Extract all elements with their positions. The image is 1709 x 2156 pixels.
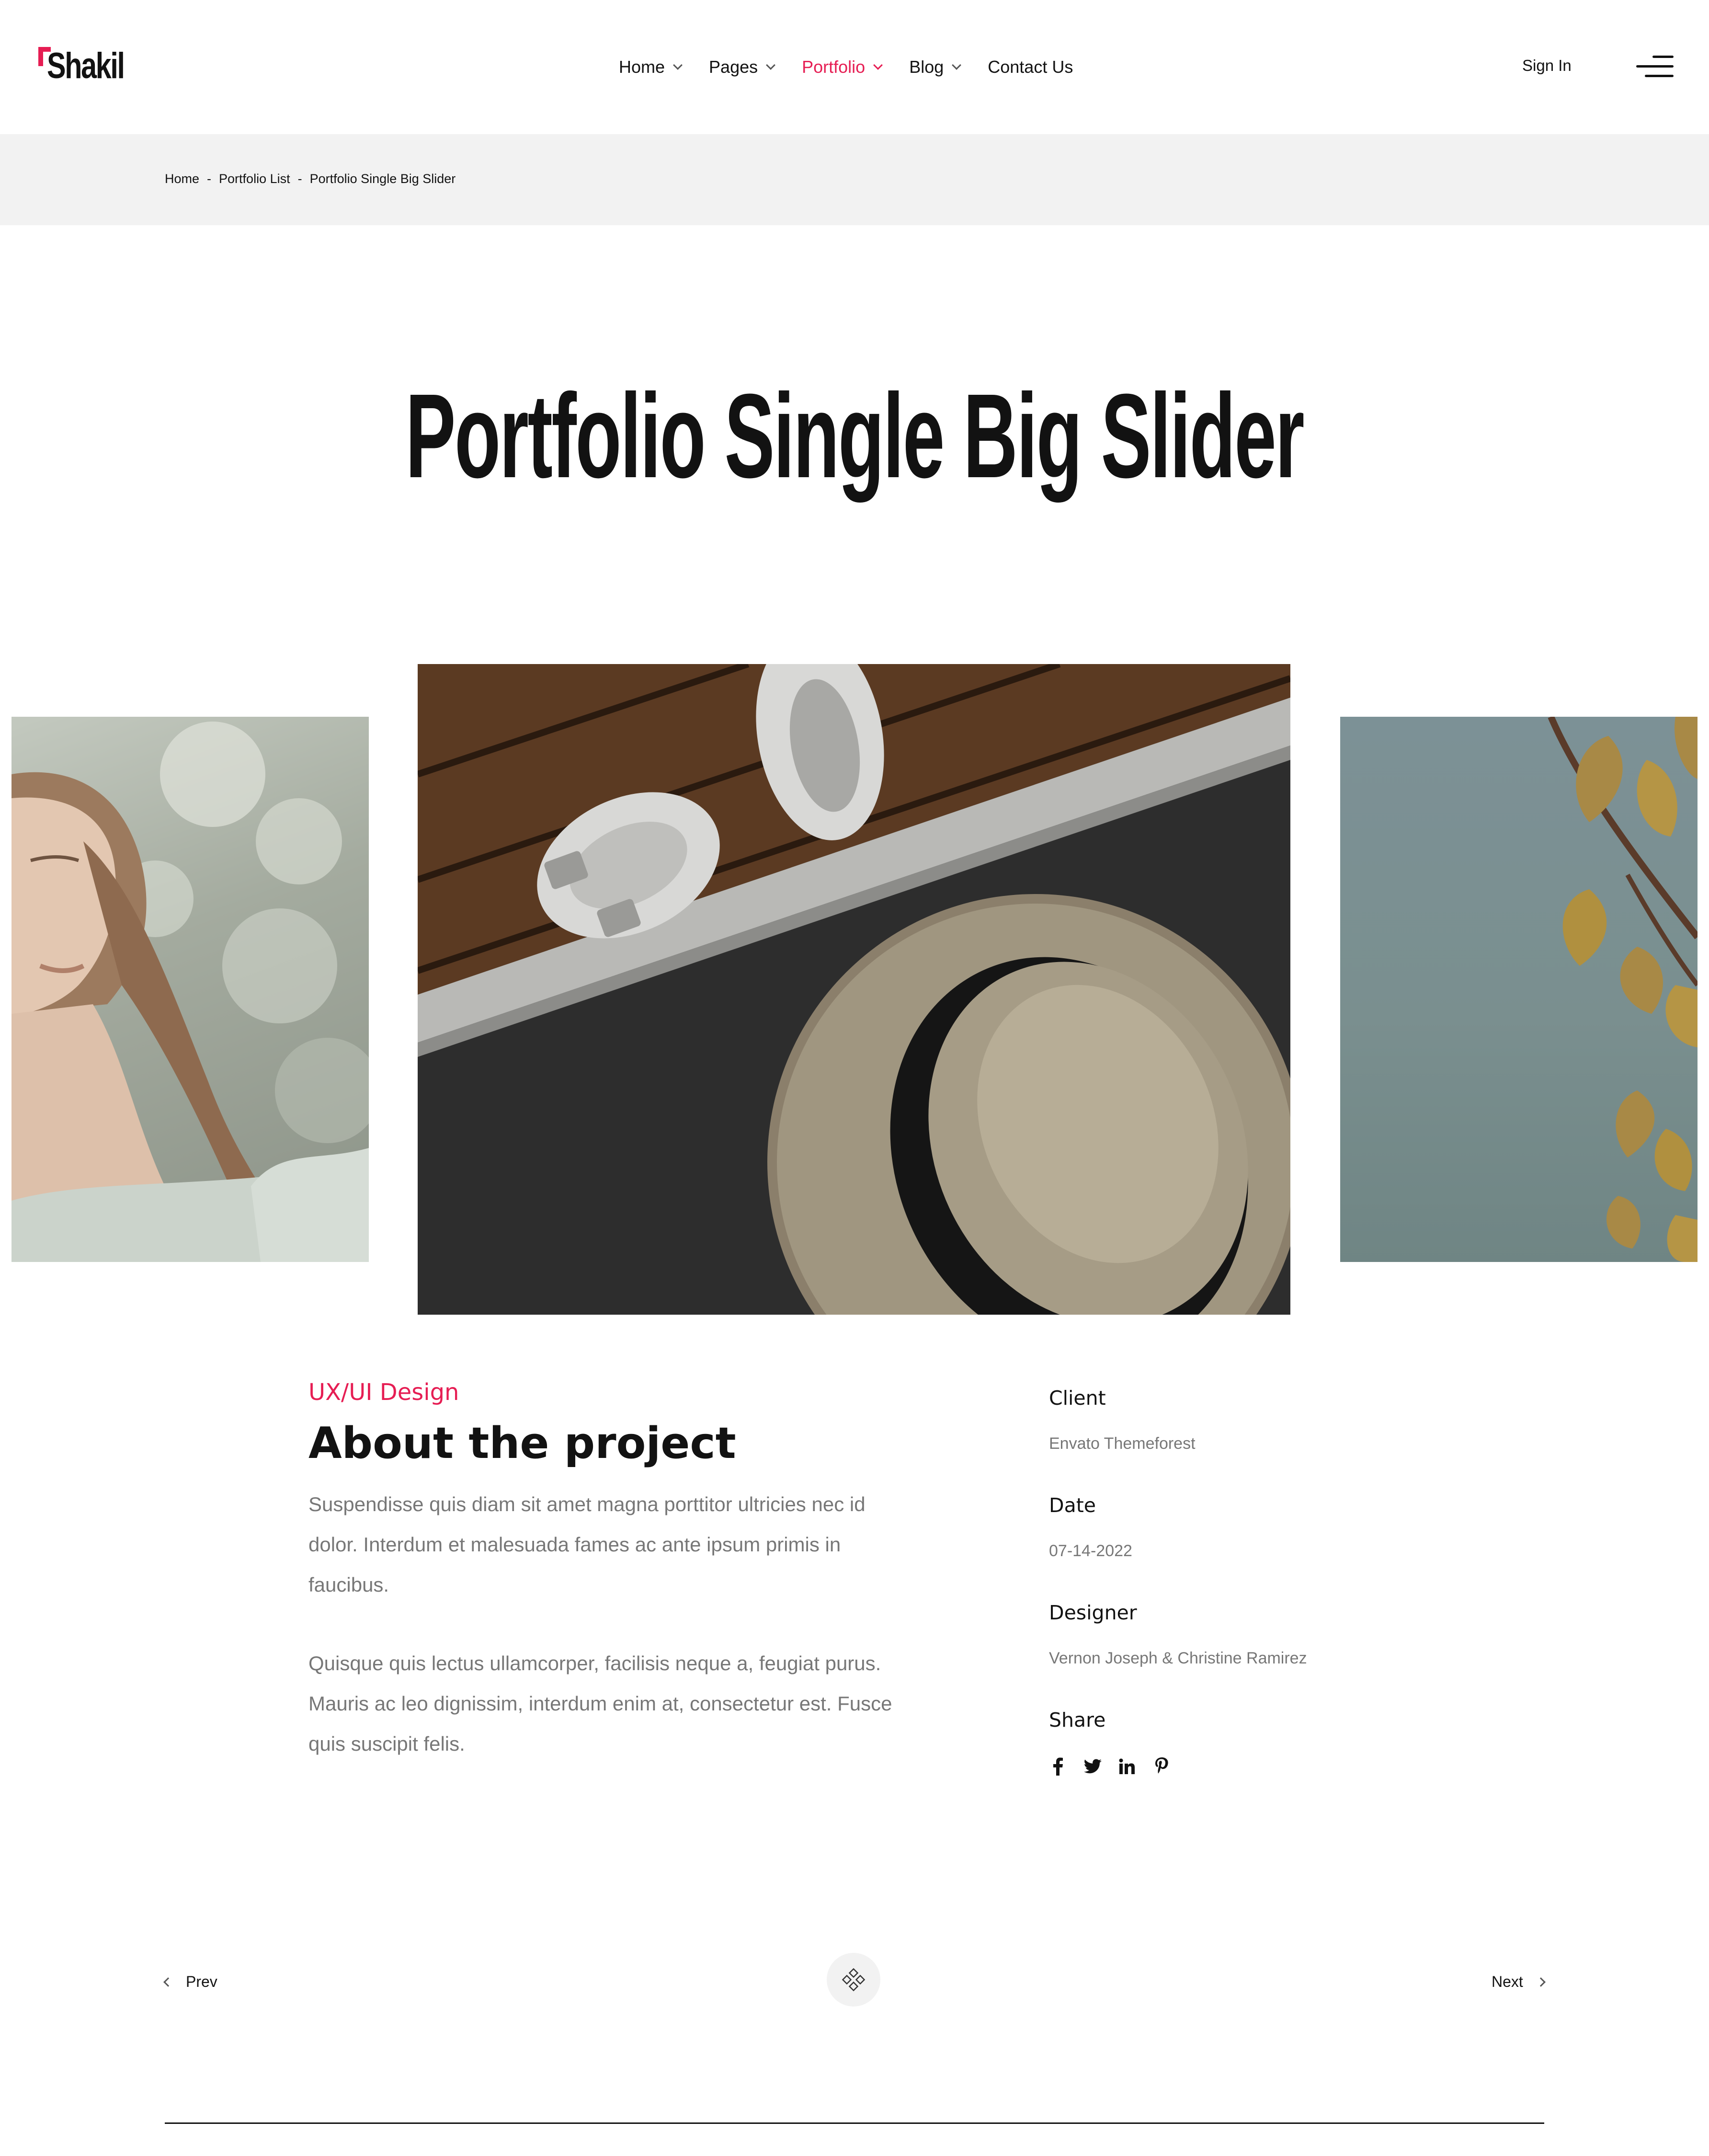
nav-label: Home [619, 57, 665, 77]
designer-label: Designer [1049, 1601, 1137, 1624]
sign-in-link[interactable]: Sign In [1522, 57, 1572, 75]
pinterest-icon[interactable] [1152, 1757, 1171, 1776]
hat-illustration [418, 664, 1290, 1315]
slide-left-woman-image[interactable] [11, 717, 369, 1262]
nav-item-portfolio[interactable]: Portfolio [802, 57, 883, 77]
chevron-down-icon [873, 60, 883, 70]
prev-link[interactable]: Prev [163, 1973, 217, 1991]
leaves-illustration [1548, 717, 1698, 1262]
chevron-right-icon [1536, 1977, 1546, 1987]
prev-label: Prev [186, 1973, 217, 1990]
page-title-text: Portfolio Single Big Slider [405, 369, 1305, 503]
next-label: Next [1492, 1973, 1523, 1990]
designer-value: Vernon Joseph & Christine Ramirez [1049, 1649, 1307, 1667]
slide-center-hat-image[interactable] [418, 664, 1290, 1315]
client-label: Client [1049, 1387, 1106, 1410]
site-header: Shakil Home Pages Portfolio Blog Contact… [0, 0, 1709, 134]
woman-illustration [11, 722, 369, 1262]
project-category: UX/UI Design [308, 1379, 459, 1406]
twitter-icon[interactable] [1083, 1757, 1102, 1776]
linkedin-icon[interactable] [1118, 1757, 1136, 1776]
slide-right-leaves-image[interactable] [1340, 717, 1698, 1262]
nav-label: Contact Us [988, 57, 1073, 77]
nav-item-contact[interactable]: Contact Us [988, 57, 1073, 77]
main-nav: Home Pages Portfolio Blog Contact Us [619, 54, 1073, 80]
breadcrumb-separator: - [207, 172, 212, 186]
project-paragraph: Quisque quis lectus ullamcorper, facilis… [308, 1652, 892, 1755]
page-title: Portfolio Single Big Slider [0, 364, 1709, 508]
chevron-left-icon [163, 1977, 173, 1987]
hamburger-menu-icon[interactable] [1636, 54, 1674, 80]
footer-divider [165, 2122, 1544, 2124]
chevron-down-icon [766, 60, 776, 70]
breadcrumb-separator: - [297, 172, 302, 186]
chevron-down-icon [952, 60, 962, 70]
date-label: Date [1049, 1494, 1096, 1517]
project-paragraph: Suspendisse quis diam sit amet magna por… [308, 1493, 866, 1596]
nav-item-home[interactable]: Home [619, 57, 683, 77]
grid-button[interactable] [827, 1953, 880, 2007]
breadcrumb-portfolio-list[interactable]: Portfolio List [219, 172, 290, 186]
facebook-icon[interactable] [1049, 1757, 1067, 1776]
logo-text: Shakil [47, 46, 125, 86]
nav-item-blog[interactable]: Blog [909, 57, 962, 77]
nav-label: Pages [709, 57, 758, 77]
grid-icon [842, 1968, 866, 1992]
chevron-down-icon [673, 60, 683, 70]
breadcrumb-bar: Home - Portfolio List - Portfolio Single… [0, 134, 1709, 225]
next-link[interactable]: Next [1492, 1973, 1546, 1991]
project-heading: About the project [308, 1418, 736, 1468]
nav-label: Portfolio [802, 57, 866, 77]
share-icons [1049, 1757, 1187, 1776]
nav-label: Blog [909, 57, 944, 77]
nav-item-pages[interactable]: Pages [709, 57, 776, 77]
share-label: Share [1049, 1709, 1106, 1732]
breadcrumb-current: Portfolio Single Big Slider [309, 172, 456, 186]
breadcrumb-home[interactable]: Home [165, 172, 199, 186]
breadcrumb: Home - Portfolio List - Portfolio Single… [165, 172, 456, 186]
date-value: 07-14-2022 [1049, 1542, 1132, 1560]
client-value: Envato Themeforest [1049, 1434, 1196, 1453]
